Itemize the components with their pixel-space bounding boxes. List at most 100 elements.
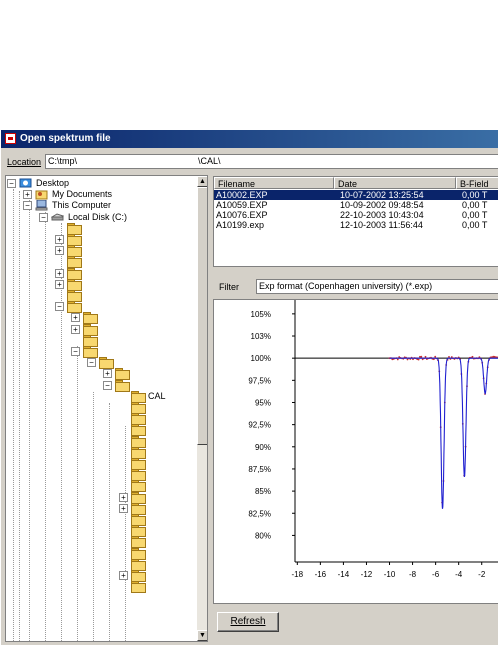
- tree-folder[interactable]: CAL: [6, 390, 196, 403]
- column-date[interactable]: Date: [334, 177, 456, 189]
- tree-folder[interactable]: +: [6, 491, 196, 504]
- tree-item-desktop[interactable]: − Desktop: [6, 178, 196, 189]
- file-bfield: 0,00 T: [462, 210, 488, 220]
- expand-icon[interactable]: +: [55, 279, 64, 289]
- x-tick-label: -6: [432, 570, 440, 579]
- x-tick-label: -10: [384, 570, 396, 579]
- tree-folder[interactable]: [6, 413, 196, 426]
- folder-icon: [131, 446, 146, 459]
- data-point: [417, 358, 420, 361]
- tree-folder[interactable]: +: [6, 234, 196, 246]
- tree-item-computer[interactable]: − This Computer: [6, 199, 196, 211]
- data-point: [450, 356, 453, 358]
- refresh-button[interactable]: Refresh: [217, 612, 279, 632]
- tree-item-docs[interactable]: + My Documents: [6, 189, 196, 200]
- y-tick-label: 100%: [251, 354, 271, 363]
- expand-icon[interactable]: +: [119, 492, 128, 502]
- file-bfield: 0,00 T: [462, 190, 488, 200]
- tree-folder[interactable]: −: [6, 357, 196, 370]
- tree-folder[interactable]: +: [6, 502, 196, 515]
- collapse-icon[interactable]: −: [103, 380, 112, 390]
- collapse-icon[interactable]: −: [55, 302, 64, 312]
- tree-folder[interactable]: +: [6, 323, 196, 336]
- y-tick-label: 92,5%: [248, 421, 271, 430]
- folder-icon: [131, 536, 146, 549]
- file-row[interactable]: A10199.exp 12-10-2003 11:56:44 0,00 T: [214, 220, 498, 230]
- file-list[interactable]: Filename Date B-Field A10002.EXP 10-07-2…: [213, 176, 498, 267]
- collapse-icon[interactable]: −: [39, 212, 48, 222]
- folder-icon: [67, 256, 82, 269]
- expand-icon[interactable]: +: [55, 246, 64, 256]
- folder-icon: [131, 402, 146, 414]
- expand-icon[interactable]: +: [103, 369, 112, 379]
- tree-folder[interactable]: [6, 581, 196, 594]
- y-tick-label: 90%: [255, 443, 271, 452]
- tree-folder[interactable]: +: [6, 267, 196, 280]
- location-subpath: \CAL\: [198, 156, 221, 166]
- tree-folder[interactable]: +: [6, 312, 196, 325]
- data-point: [406, 358, 409, 361]
- collapse-icon[interactable]: −: [87, 358, 96, 368]
- column-bfield[interactable]: B-Field: [456, 177, 498, 189]
- collapse-icon[interactable]: −: [71, 347, 80, 356]
- tree-folder[interactable]: [6, 435, 196, 448]
- tree-folder[interactable]: [6, 334, 196, 347]
- tree-folder[interactable]: +: [6, 278, 196, 291]
- expand-icon[interactable]: +: [71, 324, 80, 334]
- tree-folder[interactable]: [6, 525, 196, 538]
- folder-icon: [115, 368, 130, 381]
- file-row[interactable]: A10059.EXP 10-09-2002 09:48:54 0,00 T: [214, 200, 498, 210]
- folder-icon: [67, 267, 82, 280]
- data-point: [448, 356, 450, 358]
- file-row[interactable]: A10002.EXP 10-07-2002 13:25:54 0,00 T: [214, 190, 498, 200]
- spectrum-plot: 105% 103% 100% 97,5% 95% 92,5% 90% 87,5% 85% 82,5…: [248, 300, 498, 579]
- tree-folder[interactable]: +: [6, 570, 196, 582]
- tree-folder[interactable]: [6, 402, 196, 414]
- expand-icon[interactable]: +: [119, 503, 128, 513]
- scroll-up-icon[interactable]: ▲: [197, 176, 207, 187]
- file-row[interactable]: A10076.EXP 22-10-2003 10:43:04 0,00 T: [214, 210, 498, 220]
- y-tick-label: 103%: [251, 332, 271, 341]
- tree-folder[interactable]: [6, 480, 196, 493]
- x-tick-label: -8: [409, 570, 417, 579]
- tree-folder[interactable]: [6, 222, 196, 235]
- folder-icon: [67, 278, 82, 291]
- tree-folder[interactable]: [6, 536, 196, 549]
- tree-folder[interactable]: [6, 514, 196, 526]
- tree-scrollbar[interactable]: ▲ ▼: [197, 176, 207, 641]
- filter-select[interactable]: Exp format (Copenhagen university) (*.ex…: [256, 279, 498, 294]
- expand-icon[interactable]: +: [119, 571, 128, 580]
- title-bar[interactable]: Open spektrum file: [1, 130, 498, 148]
- tree-folder[interactable]: −: [6, 301, 196, 314]
- tree-folder[interactable]: [6, 446, 196, 459]
- tree-label: CAL: [148, 390, 166, 401]
- folder-icon: [131, 491, 146, 504]
- tree-folder[interactable]: [6, 256, 196, 269]
- column-filename[interactable]: Filename: [214, 177, 334, 189]
- x-tick-label: -16: [315, 570, 327, 579]
- folder-icon: [131, 547, 146, 560]
- y-tick-label: 105%: [251, 310, 271, 319]
- scroll-down-icon[interactable]: ▼: [197, 630, 207, 641]
- location-field[interactable]: C:\tmp\ \CAL\: [45, 154, 498, 169]
- tree-folder[interactable]: [6, 547, 196, 560]
- tree-folder[interactable]: [6, 424, 196, 437]
- tree-folder[interactable]: [6, 458, 196, 470]
- collapse-icon[interactable]: −: [23, 201, 32, 211]
- tree-folder[interactable]: +: [6, 245, 196, 258]
- expand-icon[interactable]: +: [55, 268, 64, 278]
- expand-icon[interactable]: +: [23, 190, 32, 200]
- scroll-thumb[interactable]: [197, 187, 207, 445]
- tree-folder[interactable]: [6, 558, 196, 571]
- tree-folder[interactable]: +: [6, 368, 196, 381]
- tree-folder[interactable]: [6, 290, 196, 302]
- expand-icon[interactable]: +: [55, 235, 64, 244]
- fit-line: [389, 357, 498, 509]
- tree-folder[interactable]: −: [6, 379, 196, 392]
- tree-item-disk[interactable]: − Local Disk (C:): [6, 212, 196, 223]
- tree-folder[interactable]: [6, 469, 196, 482]
- tree-folder[interactable]: −: [6, 346, 196, 358]
- collapse-icon[interactable]: −: [7, 179, 16, 188]
- expand-icon[interactable]: +: [71, 313, 80, 323]
- folder-tree[interactable]: − Desktop + My Documents − This Computer − Loca…: [5, 175, 208, 642]
